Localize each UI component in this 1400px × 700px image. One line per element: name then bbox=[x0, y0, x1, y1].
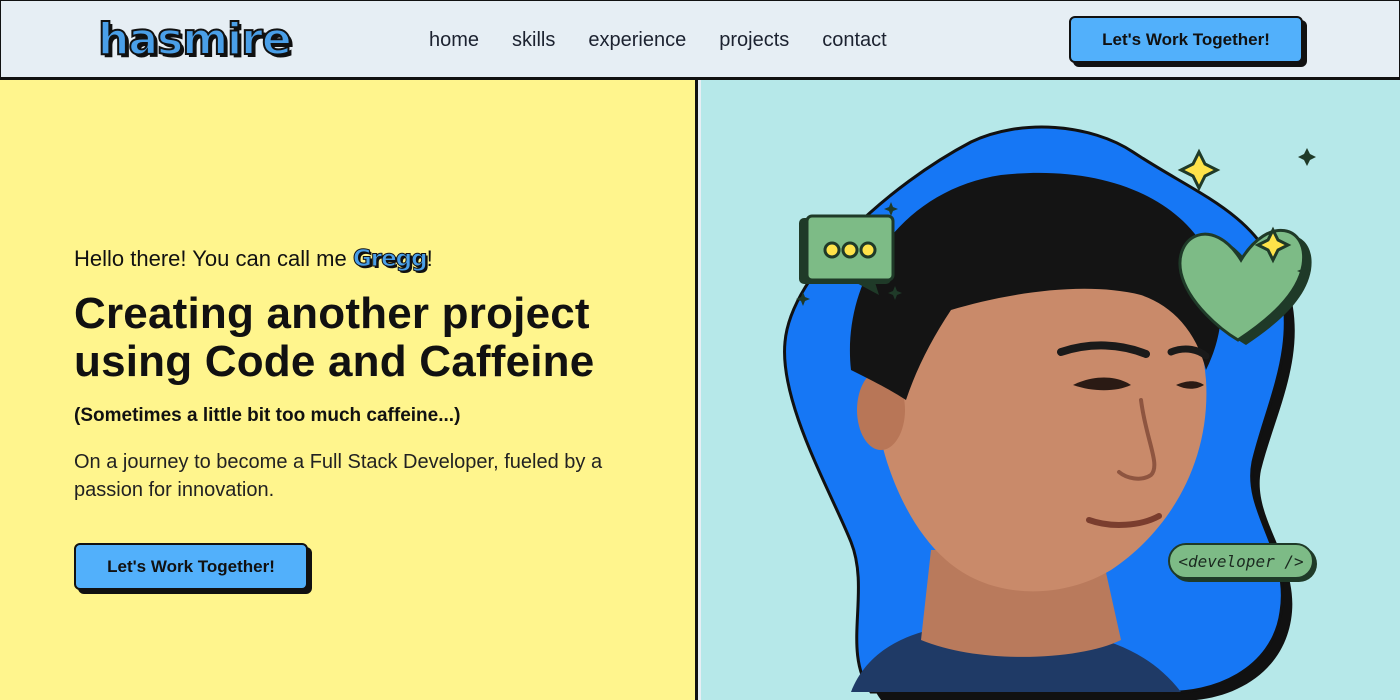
hero-left-panel: Hello there! You can call me Gregg! Crea… bbox=[0, 80, 698, 700]
logo[interactable]: hasmire bbox=[97, 13, 293, 67]
hero-right-panel: <developer /> bbox=[701, 80, 1400, 700]
navbar: hasmire home skills experience projects … bbox=[0, 0, 1400, 80]
nav-link-projects[interactable]: projects bbox=[719, 27, 789, 53]
nav-link-contact[interactable]: contact bbox=[822, 27, 886, 53]
sparkle-icon bbox=[1177, 148, 1221, 192]
hero-description: On a journey to become a Full Stack Deve… bbox=[74, 451, 603, 501]
greeting-prefix: Hello there! You can call me bbox=[74, 246, 353, 271]
name-highlight: Gregg bbox=[352, 246, 428, 273]
greeting: Hello there! You can call me Gregg! bbox=[74, 244, 433, 274]
nav-links: home skills experience projects contact bbox=[429, 27, 920, 53]
developer-badge: <developer /> bbox=[1168, 543, 1314, 579]
hero-subnote: (Sometimes a little bit too much caffein… bbox=[74, 405, 461, 426]
chat-bubble-icon bbox=[799, 214, 895, 295]
hero-cta-button[interactable]: Let's Work Together! bbox=[74, 543, 308, 590]
nav-link-experience[interactable]: experience bbox=[588, 27, 686, 53]
nav-cta-button[interactable]: Let's Work Together! bbox=[1069, 16, 1303, 63]
nav-link-home[interactable]: home bbox=[429, 27, 479, 53]
hero-headline: Creating another project using Code and … bbox=[74, 289, 595, 386]
sparkle-icon bbox=[1298, 148, 1316, 166]
hero-illustration bbox=[783, 125, 1316, 700]
nav-link-skills[interactable]: skills bbox=[512, 27, 555, 53]
greeting-suffix: ! bbox=[426, 246, 433, 271]
